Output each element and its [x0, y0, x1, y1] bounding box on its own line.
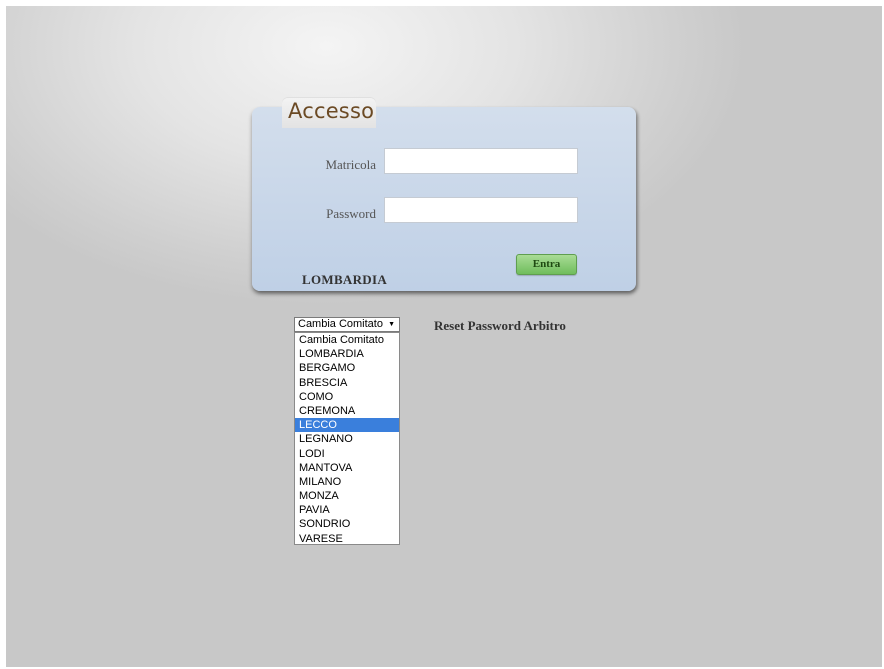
dropdown-option[interactable]: VARESE: [295, 532, 399, 546]
dropdown-option[interactable]: MANTOVA: [295, 461, 399, 475]
dropdown-option[interactable]: PAVIA: [295, 503, 399, 517]
dropdown-option[interactable]: Cambia Comitato: [295, 333, 399, 347]
dropdown-option[interactable]: BRESCIA: [295, 376, 399, 390]
password-label: Password: [326, 206, 376, 221]
region-name: LOMBARDIA: [302, 272, 388, 287]
matricola-label: Matricola: [325, 157, 376, 172]
dropdown-option[interactable]: LECCO: [295, 418, 399, 433]
dropdown-option[interactable]: LODI: [295, 447, 399, 461]
dropdown-option[interactable]: LEGNANO: [295, 432, 399, 446]
dropdown-option[interactable]: COMO: [295, 390, 399, 404]
dropdown-option[interactable]: LOMBARDIA: [295, 347, 399, 361]
login-title: Accesso: [288, 99, 375, 123]
dropdown-option[interactable]: CREMONA: [295, 404, 399, 418]
dropdown-option[interactable]: SONDRIO: [295, 517, 399, 531]
comitato-dropdown-list: Cambia Comitato LOMBARDIA BERGAMO BRESCIA CO…: [294, 332, 400, 545]
comitato-select-value: Cambia Comitato: [298, 318, 383, 330]
dropdown-option[interactable]: MILANO: [295, 475, 399, 489]
comitato-select[interactable]: Cambia Comitato ▼: [294, 317, 400, 332]
entra-button[interactable]: Entra: [516, 254, 577, 275]
reset-password-link[interactable]: Reset Password Arbitro: [434, 318, 566, 334]
password-input[interactable]: [384, 197, 578, 223]
matricola-input[interactable]: [384, 148, 578, 174]
chevron-down-icon: ▼: [388, 321, 395, 328]
dropdown-option[interactable]: MONZA: [295, 489, 399, 503]
page-background: [6, 6, 882, 667]
dropdown-option[interactable]: BERGAMO: [295, 361, 399, 375]
